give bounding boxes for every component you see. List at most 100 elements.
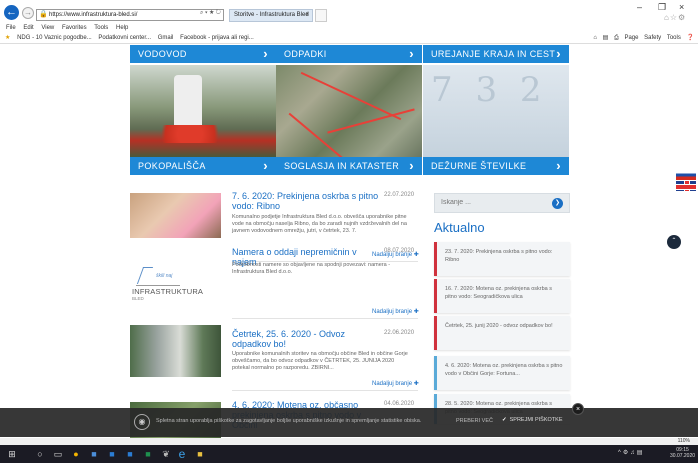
tile-urejanje-kraja[interactable]: UREJANJE KRAJA IN CEST ›	[423, 45, 569, 65]
menu-edit[interactable]: Edit	[23, 23, 33, 33]
menu-view[interactable]: View	[41, 23, 54, 33]
cmd-safety[interactable]: Safety	[644, 35, 661, 41]
news-date: 08.07.2020	[384, 248, 415, 254]
news-title[interactable]: Četrtek, 25. 6. 2020 - Odvoz odpadkov bo…	[232, 329, 382, 349]
menu-bar: File Edit View Favorites Tools Help	[0, 23, 698, 33]
news-date: 04.06.2020	[384, 401, 415, 407]
tile-label: DEŽURNE ŠTEVILKE	[431, 161, 527, 171]
favorite-link-1[interactable]: NDG - 10 Vaznic pogodbe...	[17, 33, 92, 44]
favorite-link-3[interactable]: Gmail	[158, 33, 174, 44]
favorite-link-4[interactable]: Facebook - prijava ali regi...	[180, 33, 254, 44]
taskbar-clock[interactable]: 09:15 30.07.2020	[670, 447, 695, 459]
search-submit-icon[interactable]: ❯	[552, 198, 563, 209]
mail-icon[interactable]: ■	[124, 448, 136, 460]
aktualno-item[interactable]: Četrtek, 25. junij 2020 - odvoz odpadkov…	[434, 316, 570, 350]
restore-icon[interactable]: ❐	[658, 2, 666, 13]
read-more-link[interactable]: Nadaljuj branje ✚	[372, 380, 419, 387]
chrome-icon[interactable]: ●	[70, 448, 82, 460]
chevron-right-icon: ›	[263, 46, 268, 61]
read-more-link[interactable]: Nadaljuj branje ✚	[372, 308, 419, 315]
menu-file[interactable]: File	[6, 23, 16, 33]
tile-pokopalisca[interactable]: POKOPALIŠČA ›	[130, 65, 276, 175]
minimize-icon[interactable]: –	[637, 2, 642, 12]
news-date: 22.06.2020	[384, 330, 415, 336]
tile-odpadki[interactable]: ODPADKI ›	[276, 45, 422, 65]
explorer-icon[interactable]: ■	[194, 448, 206, 460]
news-item: škili naj INFRASTRUKTURA BLED Namera o o…	[130, 245, 420, 321]
address-bar[interactable]: 🔒 https://www.infrastruktura-bled.si/	[36, 9, 224, 21]
aktualno-item[interactable]: 16. 7. 2020: Motena oz. prekinjena oskrb…	[434, 279, 570, 313]
chevron-right-icon: ›	[263, 158, 268, 173]
search-icon[interactable]: ○	[34, 448, 46, 460]
address-text: https://www.infrastruktura-bled.si/	[49, 12, 138, 18]
chevron-right-icon: ›	[409, 158, 414, 173]
aktualno-item[interactable]: 4. 6. 2020: Motena oz. prekinjena oskrba…	[434, 356, 570, 390]
read-more-button[interactable]: PREBERI VEČ	[456, 418, 493, 424]
windows-taskbar: ⊞ ○ ▭ ● ■ ■ ■ ■ ❦ e ■ ^⚙♫▤ 09:15 30.07.2…	[0, 445, 698, 463]
english-flag-icon[interactable]	[676, 181, 696, 191]
browser-titlebar: ← → 🔒 https://www.infrastruktura-bled.si…	[0, 0, 698, 23]
cmd-tools[interactable]: Tools	[667, 35, 681, 41]
windows-start-icon[interactable]: ⊞	[6, 448, 18, 460]
back-arrow-icon[interactable]: ←	[4, 5, 19, 20]
cookie-text: Spletna stran uporablja piškotke za zago…	[156, 418, 422, 424]
accept-cookies-button[interactable]: ✓ SPREJMI PIŠKOTKE	[502, 417, 562, 423]
status-bar: 110%	[0, 438, 698, 445]
menu-help[interactable]: Help	[116, 23, 128, 33]
tile-dezurne[interactable]: 7 3 2 DEŽURNE ŠTEVILKE ›	[423, 65, 569, 175]
close-icon[interactable]: ×	[572, 403, 584, 415]
ie-icon[interactable]: e	[176, 448, 188, 460]
tab-close-icon[interactable]: ×	[305, 10, 309, 21]
zoom-level[interactable]: 110%	[678, 438, 690, 445]
slovenian-flag-icon[interactable]	[676, 170, 696, 180]
cookie-icon: ◉	[134, 414, 150, 430]
search-input[interactable]	[441, 199, 541, 206]
news-date: 22.07.2020	[384, 192, 415, 198]
cookie-banner: ◉ Spletna stran uporablja piškotke za za…	[0, 403, 698, 437]
new-tab-button[interactable]	[315, 9, 327, 22]
forward-arrow-icon[interactable]: →	[22, 7, 34, 19]
clock-date: 30.07.2020	[670, 453, 696, 459]
task-view-icon[interactable]: ▭	[52, 448, 64, 460]
news-item: Četrtek, 25. 6. 2020 - Odvoz odpadkov bo…	[130, 325, 420, 401]
browser-window: ← → 🔒 https://www.infrastruktura-bled.si…	[0, 0, 698, 463]
search-box: ❯	[434, 193, 570, 213]
print-icon[interactable]: ⎙	[614, 35, 619, 41]
browser-tab[interactable]: Storitve - Infrastruktura Bled ×	[229, 9, 313, 22]
favorites-star-icon[interactable]: ★	[5, 33, 10, 44]
chevron-right-icon: ›	[409, 46, 414, 61]
accept-label: SPREJMI PIŠKOTKE	[509, 417, 563, 423]
cmd-page[interactable]: Page	[624, 35, 638, 41]
word-icon[interactable]: ■	[106, 448, 118, 460]
news-excerpt: Podrobnosti namere so objavljene na spod…	[232, 262, 391, 275]
paint-icon[interactable]: ❦	[160, 448, 172, 460]
menu-tools[interactable]: Tools	[94, 23, 108, 33]
scroll-up-icon[interactable]: ˆ	[667, 235, 681, 249]
news-thumbnail[interactable]	[130, 193, 221, 238]
command-bar: ⌂ ▤ ⎙ Page Safety Tools ❓	[589, 33, 694, 44]
outlook-icon[interactable]: ■	[88, 448, 100, 460]
feeds-icon[interactable]: ▤	[603, 35, 609, 41]
tile-soglasja[interactable]: SOGLASJA IN KATASTER ›	[276, 65, 422, 175]
language-switcher	[676, 170, 698, 192]
menu-favorites[interactable]: Favorites	[62, 23, 87, 33]
address-tools-icons[interactable]: ⌕ ▾ ★ ↻	[200, 10, 221, 17]
close-icon[interactable]: ×	[679, 2, 684, 12]
tile-label: ODPADKI	[284, 49, 327, 59]
home-icon[interactable]: ⌂	[593, 35, 597, 41]
news-thumbnail[interactable]	[130, 325, 221, 377]
news-title[interactable]: 7. 6. 2020: Prekinjena oskrba s pitno vo…	[232, 191, 382, 211]
aktualno-heading: Aktualno	[434, 220, 485, 235]
help-icon[interactable]: ❓	[687, 35, 694, 41]
favorite-link-2[interactable]: Podatkovni center...	[98, 33, 151, 44]
excel-icon[interactable]: ■	[142, 448, 154, 460]
aktualno-item[interactable]: 23. 7. 2020: Prekinjena oskrba s pitno v…	[434, 242, 570, 276]
tab-label: Storitve - Infrastruktura Bled	[234, 12, 309, 18]
news-excerpt: Uporabnike komunalnih storitev na območj…	[232, 351, 408, 371]
check-icon: ✓	[502, 417, 507, 423]
home-star-gear-icons[interactable]: ⌂☆⚙	[664, 13, 686, 22]
news-excerpt: Komunalno podjetje Infrastruktura Bled d…	[232, 214, 407, 234]
tile-vodovod[interactable]: VODOVOD ›	[130, 45, 276, 65]
system-tray-icons[interactable]: ^⚙♫▤	[618, 449, 644, 456]
cemetery-image	[130, 65, 276, 157]
